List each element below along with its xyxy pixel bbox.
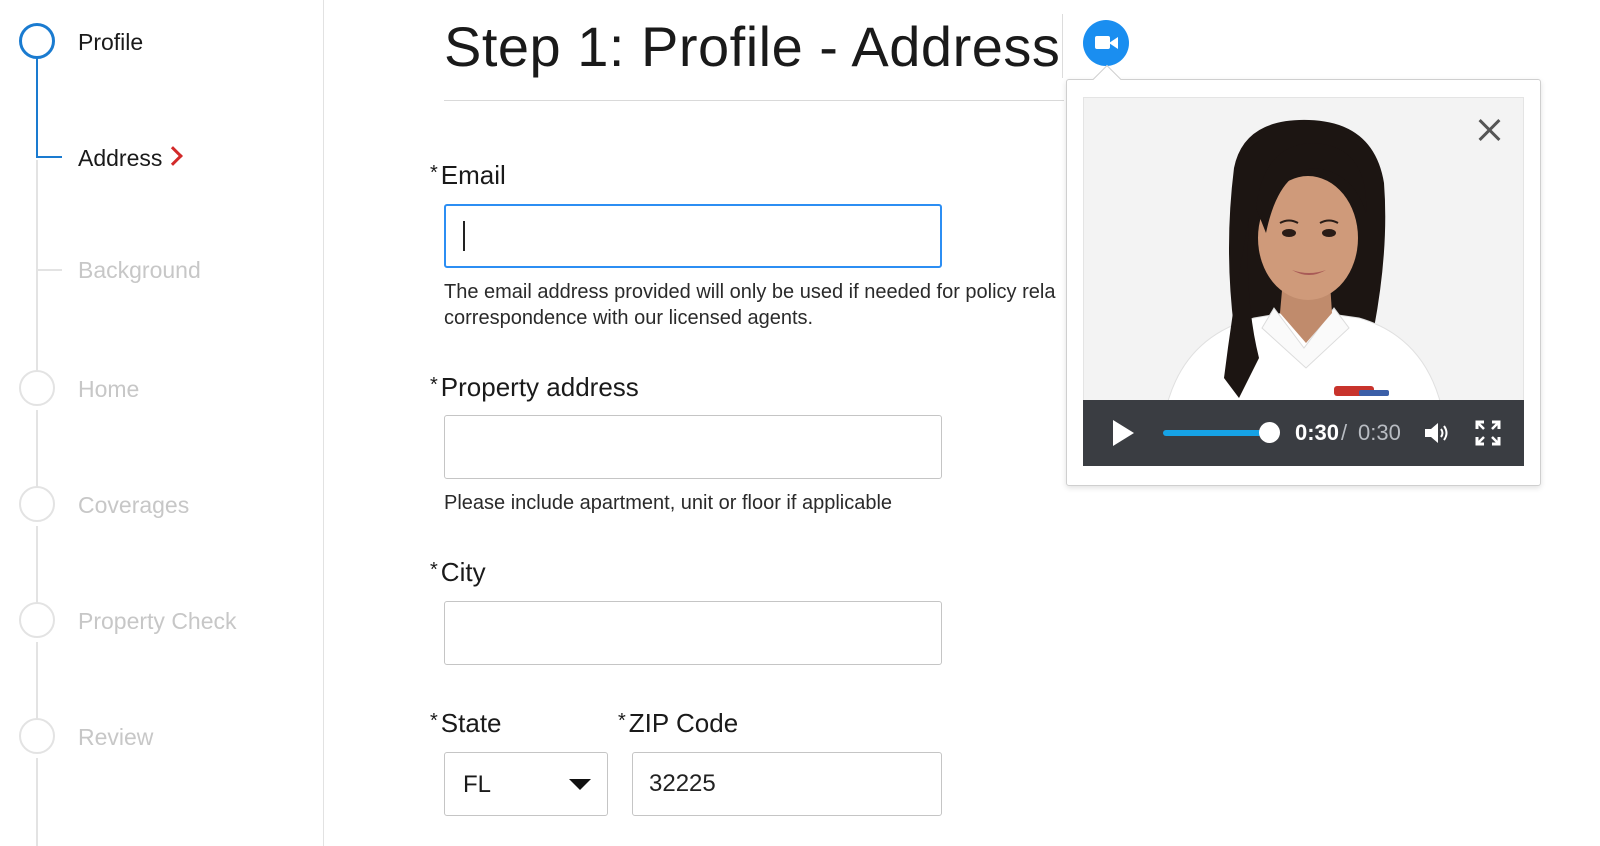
video-current-time: 0:30	[1295, 420, 1340, 445]
step-profile[interactable]: Profile	[78, 29, 143, 56]
property-address-help-text: Please include apartment, unit or floor …	[444, 492, 893, 514]
required-marker: *	[430, 162, 438, 184]
progress-branch	[36, 269, 62, 271]
step-coverages: Coverages	[78, 492, 190, 518]
required-marker: *	[430, 374, 438, 396]
close-video-button[interactable]	[1473, 114, 1505, 146]
progress-branch	[36, 156, 62, 158]
text-caret	[463, 221, 465, 251]
progress-rail	[36, 526, 38, 604]
video-progress-handle[interactable]	[1259, 422, 1280, 443]
progress-sidebar: Profile Address Background Home Coverage…	[0, 0, 324, 846]
video-help-button[interactable]	[1083, 20, 1129, 66]
property-address-label-text: Property address	[440, 372, 639, 402]
dropdown-arrow-icon	[569, 779, 591, 790]
step-address[interactable]: Address	[78, 145, 162, 172]
required-marker: *	[430, 559, 438, 581]
page-title: Step 1: Profile - Address	[444, 15, 1061, 78]
email-help-line-1: The email address provided will only be …	[444, 281, 1056, 303]
step-review: Review	[78, 724, 154, 750]
required-marker: *	[430, 710, 438, 732]
video-total-time: 0:30	[1358, 420, 1401, 445]
state-label-text: State	[440, 708, 502, 738]
property-address-field[interactable]	[444, 415, 942, 479]
zip-label: * ZIP Code	[618, 708, 738, 739]
title-underline	[444, 100, 1064, 101]
city-label-text: City	[440, 557, 486, 587]
volume-icon[interactable]	[1423, 420, 1453, 446]
step-home: Home	[78, 376, 140, 402]
zip-code-field[interactable]	[632, 752, 942, 816]
email-label: * Email	[430, 160, 506, 191]
zip-label-text: ZIP Code	[628, 708, 739, 738]
step-profile-circle	[19, 23, 55, 59]
progress-rail-active	[36, 54, 38, 158]
progress-rail	[36, 642, 38, 720]
step-review-circle	[19, 718, 55, 754]
fullscreen-icon[interactable]	[1475, 420, 1501, 446]
required-marker: *	[618, 710, 626, 732]
step-property-check: Property Check	[78, 608, 237, 634]
email-help-text: The email address provided will only be …	[444, 279, 1066, 331]
chevron-right-icon	[163, 146, 183, 166]
city-field[interactable]	[444, 601, 942, 665]
progress-rail	[36, 160, 38, 374]
step-coverages-circle	[19, 486, 55, 522]
title-divider	[1062, 14, 1063, 78]
progress-rail	[36, 410, 38, 488]
step-background: Background	[78, 257, 201, 283]
video-progress-bar[interactable]	[1163, 430, 1269, 436]
step-home-circle	[19, 370, 55, 406]
email-help-line-2: correspondence with our licensed agents.	[444, 307, 814, 329]
play-icon[interactable]	[1113, 420, 1134, 446]
step-property-check-circle	[19, 602, 55, 638]
progress-rail	[36, 758, 38, 846]
video-camera-lens-icon	[1109, 37, 1118, 49]
video-controls: 0:30 / 0:30	[1083, 400, 1524, 466]
video-camera-icon	[1095, 36, 1110, 49]
email-label-text: Email	[440, 160, 506, 190]
video-time-separator: /	[1341, 420, 1348, 445]
state-select[interactable]: FL	[444, 752, 608, 816]
state-label: * State	[430, 708, 502, 739]
city-label: * City	[430, 557, 486, 588]
email-field[interactable]	[444, 204, 942, 268]
property-address-label: * Property address	[430, 372, 639, 403]
state-select-value: FL	[463, 771, 492, 798]
